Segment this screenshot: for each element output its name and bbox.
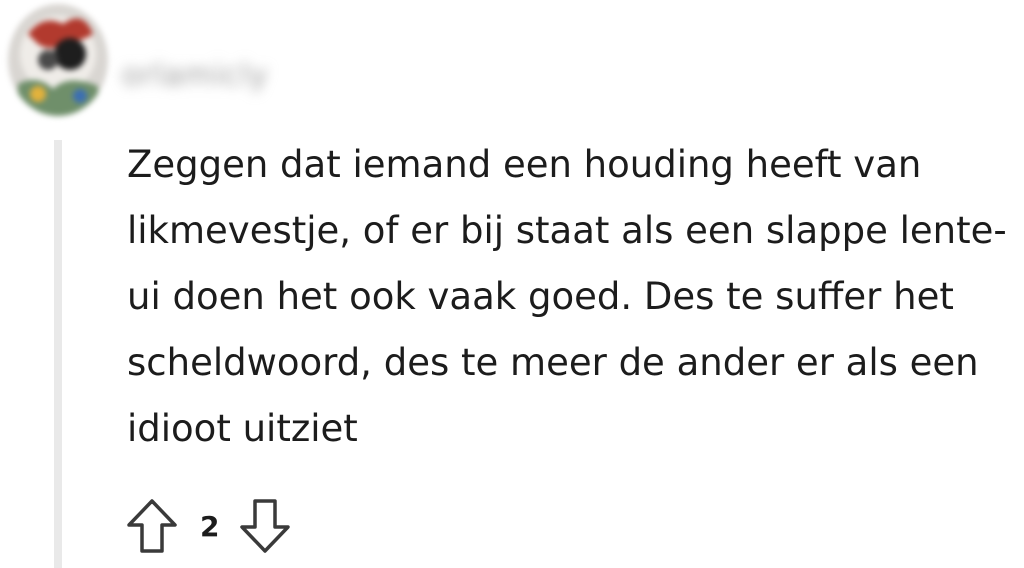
comment: orlamicly Zeggen dat iemand een houding … bbox=[0, 0, 1024, 568]
upvote-button[interactable] bbox=[122, 494, 182, 558]
thread-line[interactable] bbox=[54, 140, 62, 568]
username[interactable]: orlamicly bbox=[122, 58, 269, 93]
vote-score: 2 bbox=[200, 509, 220, 543]
vote-bar: 2 bbox=[122, 494, 295, 558]
downvote-button[interactable] bbox=[235, 494, 295, 558]
arrow-up-icon bbox=[125, 497, 179, 555]
avatar[interactable] bbox=[8, 4, 108, 116]
comment-body: Zeggen dat iemand een houding heeft van … bbox=[127, 143, 1007, 450]
arrow-down-icon bbox=[238, 497, 292, 555]
